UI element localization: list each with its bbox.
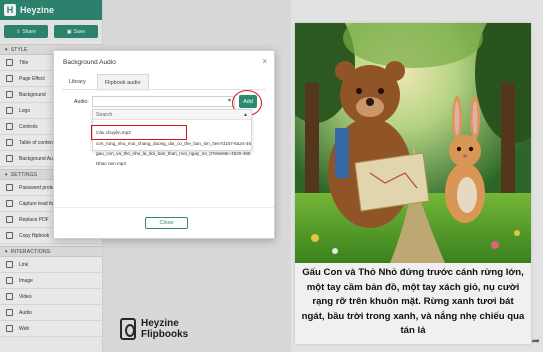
tab-divider [62, 89, 266, 90]
annotation-rectangle [91, 125, 187, 140]
background-audio-dialog: Background Audio × Library Flipbook audi… [53, 50, 275, 239]
close-icon[interactable]: × [262, 57, 267, 66]
audio-option[interactable]: con_rung_nhu_moi_chang_duong_dai_co_the_… [96, 141, 251, 146]
audio-option[interactable]: gau_con_va_tho_nho_la_doi_ban_than_moi_n… [96, 151, 251, 156]
audio-option[interactable]: Nhac nen.mp3 [96, 161, 126, 166]
chevron-down-icon: ▾ [227, 98, 231, 104]
scroll-up-icon[interactable]: ▴ [244, 111, 247, 118]
audio-select[interactable]: ▾ [92, 96, 235, 107]
dropdown-search[interactable]: Search [93, 110, 251, 120]
close-button[interactable]: Close [145, 217, 188, 229]
audio-label: Audio: [74, 99, 89, 105]
footer-divider [54, 207, 274, 208]
dialog-title: Background Audio [63, 59, 116, 66]
